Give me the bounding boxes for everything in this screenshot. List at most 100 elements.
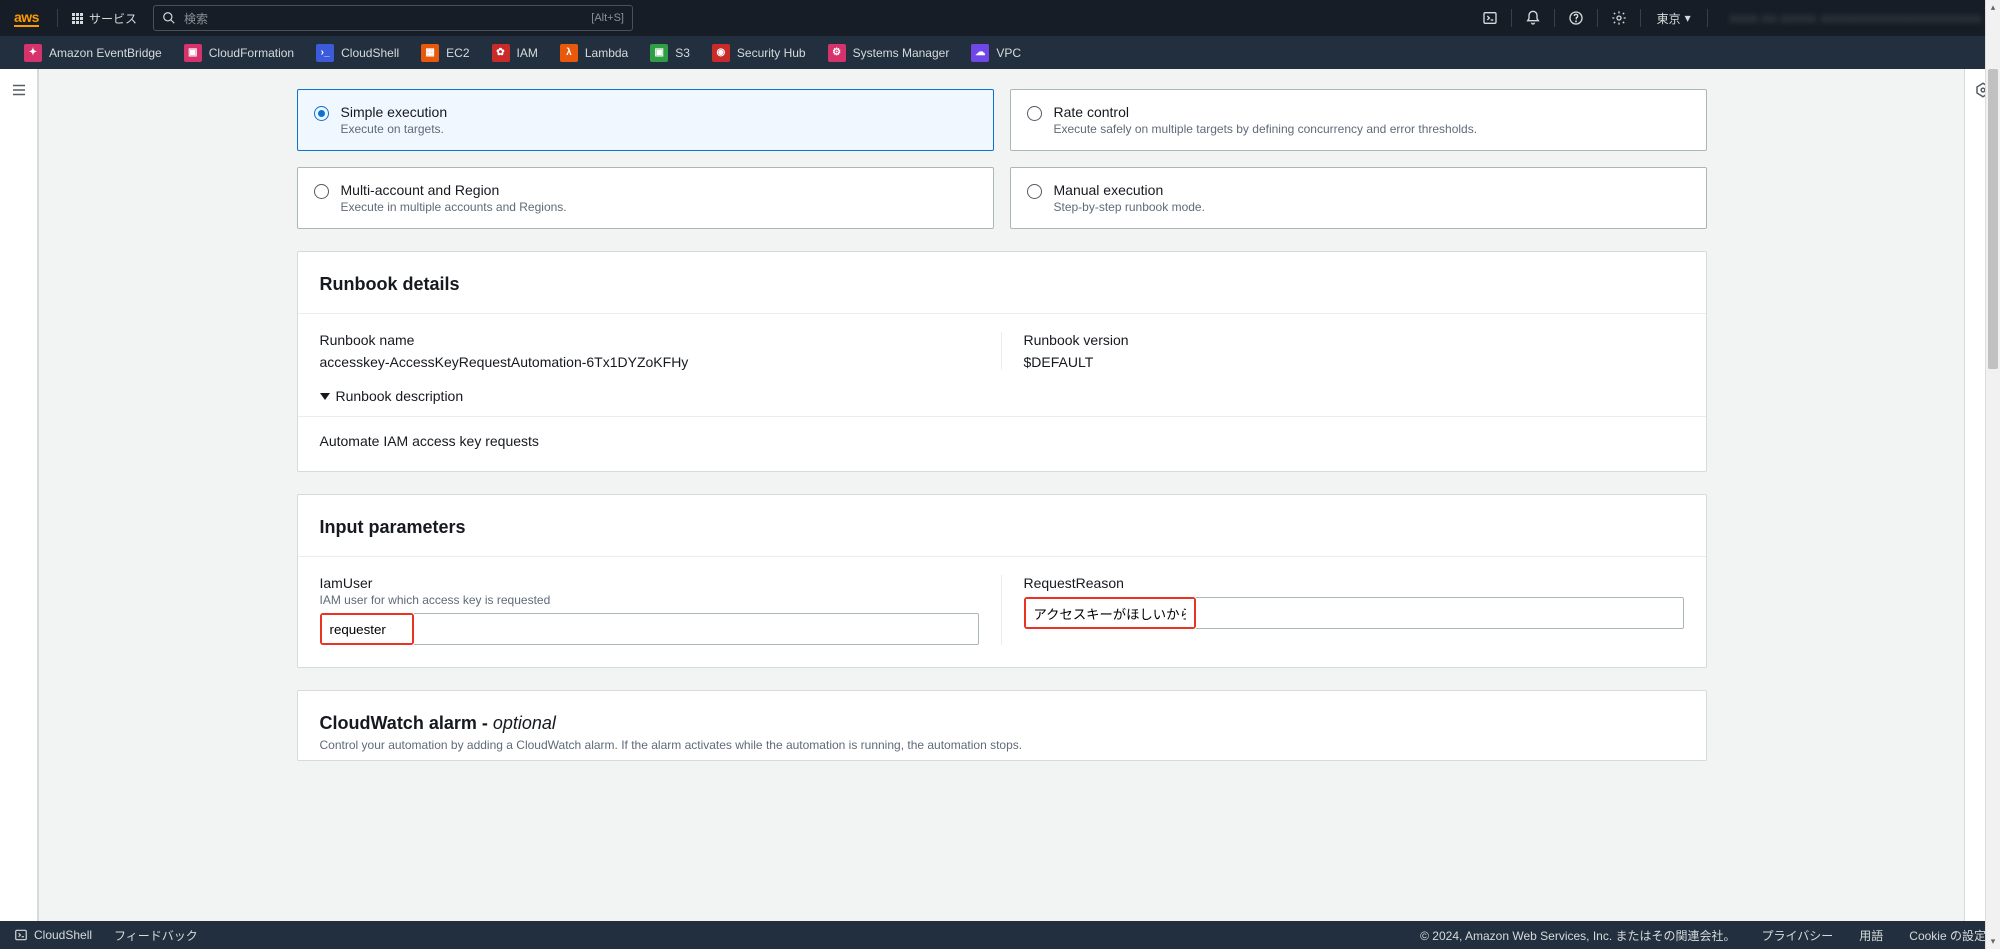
settings-button[interactable]	[1602, 0, 1636, 36]
expander-label: Runbook description	[336, 388, 464, 404]
service-icon: ✿	[492, 44, 510, 62]
scroll-down-arrow-icon[interactable]: ▾	[1986, 934, 2000, 949]
tile-title: Multi-account and Region	[341, 182, 567, 198]
footer-privacy-link[interactable]: プライバシー	[1762, 927, 1834, 944]
svc-shortcut-iam[interactable]: ✿ IAM	[482, 36, 548, 69]
svc-shortcut-securityhub[interactable]: ◉ Security Hub	[702, 36, 816, 69]
service-icon: ▣	[650, 44, 668, 62]
scroll-thumb[interactable]	[1988, 69, 1998, 369]
nav-divider	[1511, 9, 1512, 27]
tile-desc: Execute safely on multiple targets by de…	[1054, 122, 1478, 136]
tile-desc: Execute in multiple accounts and Regions…	[341, 200, 567, 214]
tile-manual-execution[interactable]: Manual execution Step-by-step runbook mo…	[1010, 167, 1707, 229]
tile-multi-account[interactable]: Multi-account and Region Execute in mult…	[297, 167, 994, 229]
help-button[interactable]	[1559, 0, 1593, 36]
iamuser-help: IAM user for which access key is request…	[320, 593, 979, 607]
nav-divider	[57, 9, 58, 27]
radio-icon	[1027, 184, 1042, 199]
svc-shortcut-cloudformation[interactable]: ▣ CloudFormation	[174, 36, 304, 69]
scroll-up-arrow-icon[interactable]: ▴	[1986, 0, 2000, 15]
region-label: 東京	[1657, 10, 1681, 27]
footer-cookies-link[interactable]: Cookie の設定	[1909, 927, 1986, 944]
terminal-icon	[1482, 10, 1498, 26]
service-icon: ›_	[316, 44, 334, 62]
input-parameters-panel: Input parameters IamUser IAM user for wh…	[297, 494, 1707, 668]
tile-desc: Step-by-step runbook mode.	[1054, 200, 1205, 214]
aws-logo[interactable]: aws	[0, 9, 53, 27]
nav-divider	[1640, 9, 1641, 27]
footer-copyright: © 2024, Amazon Web Services, Inc. またはその関…	[1420, 927, 1735, 944]
runbook-version-value: $DEFAULT	[1024, 354, 1684, 370]
page-content: Simple execution Execute on targets. Rat…	[38, 69, 1964, 921]
console-footer: CloudShell フィードバック © 2024, Amazon Web Se…	[0, 921, 2000, 949]
window-scrollbar[interactable]: ▴ ▾	[1985, 0, 2000, 949]
footer-feedback-label: フィードバック	[114, 927, 198, 944]
nav-divider	[1707, 9, 1708, 27]
services-label: サービス	[89, 10, 137, 27]
cloudshell-icon-button[interactable]	[1473, 0, 1507, 36]
svc-label: Amazon EventBridge	[49, 46, 162, 60]
open-side-nav[interactable]	[0, 69, 38, 921]
runbook-details-panel: Runbook details Runbook name accesskey-A…	[297, 251, 1707, 472]
svc-shortcut-ec2[interactable]: ▦EC2	[411, 36, 479, 69]
service-icon: ◉	[712, 44, 730, 62]
runbook-version-label: Runbook version	[1024, 332, 1684, 348]
footer-terms-link[interactable]: 用語	[1859, 927, 1883, 944]
region-selector[interactable]: 東京 ▾	[1645, 10, 1703, 27]
account-menu[interactable]: xxxx-xx-xxxxx xxxxxxxxxxxxxxxxxxxxxxx	[1712, 11, 2000, 25]
svc-label: Security Hub	[737, 46, 806, 60]
iamuser-input-tail[interactable]	[414, 613, 979, 645]
svc-label: CloudFormation	[209, 46, 294, 60]
requestreason-input-tail[interactable]	[1196, 597, 1684, 629]
cloudwatch-desc: Control your automation by adding a Clou…	[320, 738, 1684, 752]
radio-icon	[314, 106, 329, 121]
hamburger-icon	[10, 81, 28, 99]
svc-label: S3	[675, 46, 690, 60]
services-grid-icon	[72, 13, 83, 24]
svc-shortcut-eventbridge[interactable]: ✦Amazon EventBridge	[14, 36, 172, 69]
svc-shortcut-s3[interactable]: ▣ S3	[640, 36, 700, 69]
aws-logo-text: aws	[14, 9, 39, 27]
favorites-bar: ✦Amazon EventBridge ▣ CloudFormation ›_ Cl…	[0, 36, 2000, 69]
iamuser-highlight	[320, 613, 414, 645]
requestreason-label: RequestReason	[1024, 575, 1684, 591]
svc-shortcut-lambda[interactable]: λLambda	[550, 36, 638, 69]
radio-icon	[314, 184, 329, 199]
runbook-name-label: Runbook name	[320, 332, 979, 348]
terminal-icon	[14, 928, 28, 942]
footer-cloudshell-label: CloudShell	[34, 928, 92, 942]
svc-label: Systems Manager	[853, 46, 950, 60]
service-icon: ▣	[184, 44, 202, 62]
runbook-description-expander[interactable]: Runbook description	[320, 388, 1684, 416]
svc-label: EC2	[446, 46, 469, 60]
runbook-name-value: accesskey-AccessKeyRequestAutomation-6Tx…	[320, 354, 979, 370]
svc-shortcut-vpc[interactable]: ☁VPC	[961, 36, 1031, 69]
tile-rate-control[interactable]: Rate control Execute safely on multiple …	[1010, 89, 1707, 151]
iamuser-input[interactable]	[322, 615, 412, 643]
services-menu-button[interactable]: サービス	[62, 10, 147, 27]
caret-down-icon: ▾	[1685, 11, 1691, 25]
footer-feedback-button[interactable]: フィードバック	[114, 927, 198, 944]
svc-shortcut-ssm[interactable]: ⚙Systems Manager	[818, 36, 960, 69]
tile-simple-execution[interactable]: Simple execution Execute on targets.	[297, 89, 994, 151]
tile-title: Manual execution	[1054, 182, 1205, 198]
svc-shortcut-cloudshell[interactable]: ›_ CloudShell	[306, 36, 409, 69]
search-icon	[162, 11, 176, 25]
cloudwatch-title-optional: optional	[493, 713, 556, 733]
search-shortcut: [Alt+S]	[591, 12, 624, 24]
svc-label: Lambda	[585, 46, 628, 60]
footer-cloudshell-button[interactable]: CloudShell	[14, 928, 92, 942]
requestreason-input[interactable]	[1026, 599, 1194, 627]
gear-icon	[1611, 10, 1627, 26]
global-search[interactable]: 検索 [Alt+S]	[153, 5, 633, 31]
execution-mode-group: Simple execution Execute on targets. Rat…	[297, 89, 1707, 229]
bell-icon	[1525, 10, 1541, 26]
search-placeholder: 検索	[184, 10, 208, 27]
svc-label: CloudShell	[341, 46, 399, 60]
notifications-button[interactable]	[1516, 0, 1550, 36]
global-nav: aws サービス 検索 [Alt+S] 東京 ▾ xxxx-xx-xxxxx x…	[0, 0, 2000, 36]
nav-divider	[1597, 9, 1598, 27]
divider	[298, 416, 1706, 417]
svc-label: IAM	[517, 46, 538, 60]
panel-title: Input parameters	[320, 517, 1684, 538]
